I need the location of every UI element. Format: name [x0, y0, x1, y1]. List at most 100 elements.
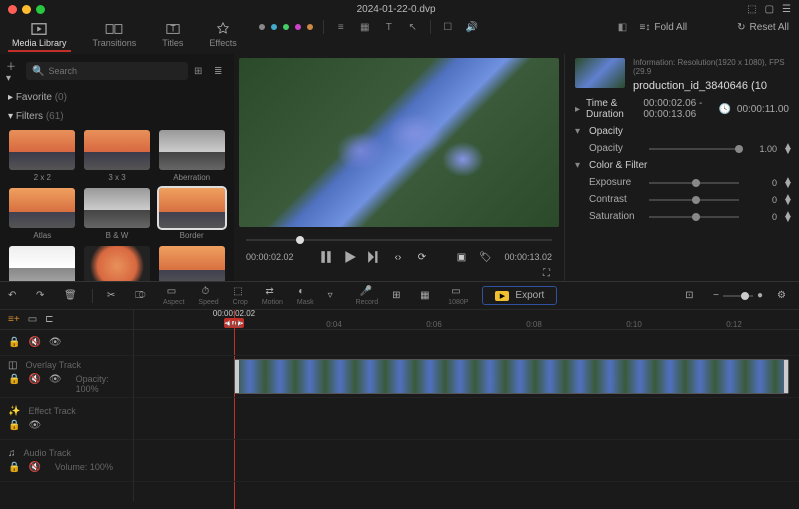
redo-button[interactable]: ↷ — [36, 290, 50, 302]
tab-media-library[interactable]: Media Library — [8, 20, 71, 52]
checkbox-icon[interactable]: ☐ — [441, 20, 455, 34]
split-tool[interactable]: ⎄ — [135, 290, 149, 302]
track-head-audio[interactable]: ♫Audio Track 🔒🔇Volume: 100% — [0, 440, 133, 482]
clock-icon[interactable]: 🕓 — [718, 104, 730, 115]
maximize-window[interactable] — [36, 5, 45, 14]
track-view-1[interactable]: ▭ — [28, 314, 37, 325]
titlebar-icon-2[interactable]: ▢ — [765, 4, 774, 15]
cut-tool[interactable]: ✂ — [107, 290, 121, 302]
search-input[interactable]: 🔍 — [26, 62, 188, 80]
video-preview[interactable] — [239, 58, 559, 227]
minimize-window[interactable] — [22, 5, 31, 14]
cursor-icon[interactable]: ↖ — [406, 20, 420, 34]
text-icon[interactable]: T — [382, 20, 396, 34]
saturation-slider[interactable] — [649, 216, 739, 218]
zoom-control[interactable]: −● — [713, 290, 763, 301]
add-media-button[interactable]: ＋ ▾ — [6, 58, 20, 84]
exposure-slider[interactable] — [649, 182, 739, 184]
tab-transitions[interactable]: Transitions — [89, 20, 141, 52]
play-button[interactable] — [343, 250, 357, 264]
prev-next-button[interactable]: ‹› — [391, 250, 405, 264]
filter-item[interactable]: B & W — [83, 188, 152, 240]
volume-icon[interactable]: 🔊 — [465, 20, 479, 34]
export-button[interactable]: ▶Export — [482, 286, 557, 305]
reset-all-button[interactable]: ↻Reset All — [737, 22, 789, 33]
filter-item[interactable]: Aberration — [157, 130, 226, 182]
track-head-1[interactable]: 🔒🔇👁 — [0, 330, 133, 356]
track-row-1[interactable] — [134, 330, 799, 356]
filter-item[interactable]: Circular Mask — [83, 246, 152, 281]
settings-tool[interactable]: ⚙ — [777, 290, 791, 302]
list-view-icon[interactable]: ≣ — [214, 66, 228, 77]
marker-tool[interactable]: ▿ — [328, 290, 342, 302]
filters-section[interactable]: ▾ Filters (61) — [0, 107, 234, 126]
speed-tool[interactable]: ⏱Speed — [198, 286, 218, 306]
mute-icon[interactable]: 🔇 — [28, 374, 40, 394]
marker-button[interactable]: 🏷 — [478, 250, 492, 264]
tool-14[interactable]: ▦ — [420, 290, 434, 302]
track-row-effect[interactable] — [134, 398, 799, 440]
add-track-button[interactable]: ≡+ — [8, 314, 20, 325]
track-row-audio[interactable] — [134, 440, 799, 482]
track-head-overlay[interactable]: ◫Overlay Track 🔒🔇👁Opacity: 100% — [0, 356, 133, 398]
resolution-tool[interactable]: ▭1080P — [448, 286, 468, 306]
filter-item[interactable]: 2 x 2 — [8, 130, 77, 182]
clip-handle-right[interactable] — [784, 360, 788, 393]
filter-item[interactable]: Color Glitch — [157, 246, 226, 281]
opacity-value[interactable]: 1.00 — [749, 144, 777, 154]
panel-toggle[interactable]: ◧ — [616, 20, 630, 34]
mask-tool[interactable]: ◐Mask — [297, 286, 314, 306]
lock-icon[interactable]: 🔒 — [8, 337, 20, 348]
track-row-overlay[interactable] — [134, 356, 799, 398]
exposure-stepper[interactable]: ▲▼ — [783, 178, 789, 188]
tab-titles[interactable]: T Titles — [158, 20, 187, 52]
mute-icon[interactable]: 🔇 — [28, 462, 40, 473]
exposure-value[interactable]: 0 — [749, 178, 777, 188]
layout-icon[interactable]: ▦ — [358, 20, 372, 34]
visibility-icon[interactable]: 👁 — [49, 374, 62, 394]
fit-button[interactable]: ⊡ — [685, 290, 699, 302]
tab-effects[interactable]: Effects — [205, 20, 240, 52]
filter-item-selected[interactable]: Border — [157, 188, 226, 240]
loop-button[interactable]: ⟳ — [415, 250, 429, 264]
favorite-section[interactable]: ▸ Favorite (0) — [0, 88, 234, 107]
track-view-2[interactable]: ⊏ — [45, 314, 53, 325]
grid-view-icon[interactable]: ⊞ — [194, 66, 208, 77]
filter-item[interactable]: 3 x 3 — [83, 130, 152, 182]
lock-icon[interactable]: 🔒 — [8, 420, 20, 431]
record-tool[interactable]: 🎤Record — [356, 286, 379, 306]
scrub-bar[interactable] — [246, 233, 552, 246]
motion-tool[interactable]: ⇄Motion — [262, 286, 283, 306]
lock-icon[interactable]: 🔒 — [8, 462, 20, 473]
video-clip[interactable] — [234, 359, 789, 394]
lock-icon[interactable]: 🔒 — [8, 374, 20, 394]
opacity-slider[interactable] — [649, 148, 739, 150]
align-icon[interactable]: ≡ — [334, 20, 348, 34]
visibility-icon[interactable]: 👁 — [49, 337, 62, 348]
pause-button[interactable] — [319, 250, 333, 264]
chevron-icon[interactable]: ▸ — [575, 104, 580, 115]
visibility-icon[interactable]: 👁 — [28, 420, 41, 431]
next-frame-button[interactable] — [367, 250, 381, 264]
contrast-slider[interactable] — [649, 199, 739, 201]
fullscreen-button[interactable]: ⛶ — [543, 268, 550, 279]
crop-tool[interactable]: ⬚Crop — [233, 286, 248, 306]
opacity-stepper[interactable]: ▲▼ — [783, 144, 789, 154]
aspect-tool[interactable]: ▭Aspect — [163, 286, 184, 306]
insert-tool[interactable]: ⊞ — [392, 290, 406, 302]
clip-handle-left[interactable] — [235, 360, 239, 393]
contrast-value[interactable]: 0 — [749, 195, 777, 205]
saturation-stepper[interactable]: ▲▼ — [783, 212, 789, 222]
chevron-down-icon[interactable]: ▾ — [575, 160, 583, 171]
contrast-stepper[interactable]: ▲▼ — [783, 195, 789, 205]
color-labels[interactable] — [259, 24, 313, 30]
titlebar-icon-1[interactable]: ⬚ — [747, 4, 756, 15]
chevron-down-icon[interactable]: ▾ — [575, 126, 583, 137]
delete-button[interactable]: 🗑 — [64, 290, 78, 302]
filter-item[interactable]: Cartoon — [8, 246, 77, 281]
titlebar-icon-3[interactable]: ☰ — [782, 4, 791, 15]
track-head-effect[interactable]: ✨Effect Track 🔒👁 — [0, 398, 133, 440]
fold-all-button[interactable]: ≡↕Fold All — [640, 22, 688, 33]
timeline-ruler[interactable]: 00:00:02.02 ◀ ■ ▶ 0:02 0:04 0:06 0:08 0:… — [134, 310, 799, 329]
undo-button[interactable]: ↶ — [8, 290, 22, 302]
